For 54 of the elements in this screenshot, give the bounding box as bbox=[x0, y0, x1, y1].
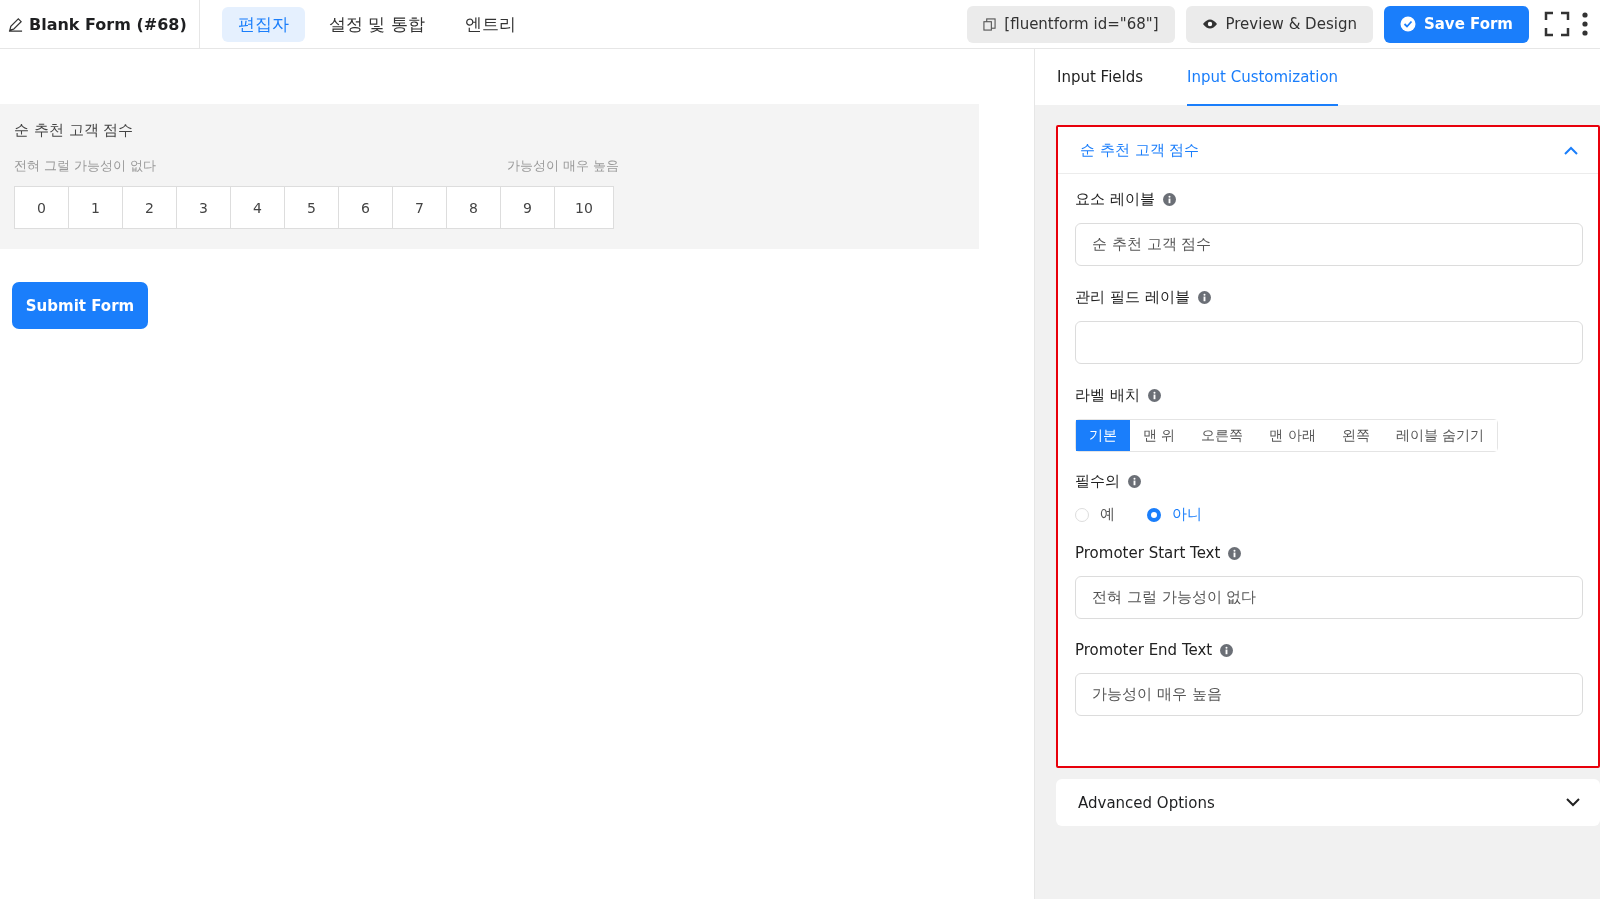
nav-tab[interactable]: 엔트리 bbox=[448, 6, 532, 42]
score-option[interactable]: 1 bbox=[68, 186, 123, 229]
score-option[interactable]: 10 bbox=[554, 186, 614, 229]
shortcode-button[interactable]: [fluentform id="68"] bbox=[967, 5, 1175, 43]
score-option[interactable]: 5 bbox=[284, 186, 339, 229]
score-option[interactable]: 0 bbox=[14, 186, 69, 229]
start-text: 전혀 그럴 가능성이 없다 bbox=[14, 158, 156, 175]
eye-icon bbox=[1201, 18, 1218, 30]
field-label: 요소 레이블 bbox=[1075, 190, 1155, 209]
radio-button[interactable] bbox=[1147, 507, 1161, 522]
text-input-field[interactable]: 가능성이 매우 높음 bbox=[1075, 673, 1583, 716]
end-text: 가능성이 매우 높음 bbox=[507, 158, 619, 175]
info-icon bbox=[1147, 389, 1161, 402]
info-icon bbox=[1220, 643, 1234, 657]
score-option[interactable]: 2 bbox=[122, 186, 177, 229]
check-circle-icon bbox=[1399, 16, 1416, 32]
preview-design-button[interactable]: Preview & Design bbox=[1185, 5, 1373, 43]
info-icon bbox=[1197, 291, 1211, 304]
field-label: Promoter Start Text bbox=[1075, 544, 1221, 562]
pencil-icon bbox=[8, 16, 23, 32]
save-form-button[interactable]: Save Form bbox=[1383, 5, 1529, 43]
score-option[interactable]: 9 bbox=[500, 186, 555, 229]
score-option[interactable]: 4 bbox=[230, 186, 285, 229]
chevron-icon[interactable] bbox=[1566, 798, 1580, 807]
placement-option[interactable]: 기본 bbox=[1076, 420, 1130, 451]
panel-tab[interactable]: Input Fields bbox=[1057, 49, 1144, 106]
text-input-field[interactable] bbox=[1075, 321, 1583, 364]
nav-tab[interactable]: 설정 및 통합 bbox=[312, 6, 441, 42]
field-label: Promoter End Text bbox=[1075, 641, 1213, 659]
section-header[interactable]: 순 추천 고객 점수 bbox=[1058, 127, 1598, 174]
score-option[interactable]: 6 bbox=[338, 186, 393, 229]
text-input-field[interactable]: 전혀 그럴 가능성이 없다 bbox=[1075, 576, 1583, 619]
field-label: 관리 필드 레이블 bbox=[1075, 288, 1190, 307]
radio-label: 예 bbox=[1100, 505, 1115, 524]
score-option[interactable]: 8 bbox=[446, 186, 501, 229]
panel-tab[interactable]: Input Customization bbox=[1187, 49, 1339, 106]
score-option[interactable]: 3 bbox=[176, 186, 231, 229]
section-title: Advanced Options bbox=[1078, 793, 1215, 812]
radio-label: 아니 bbox=[1172, 505, 1202, 524]
advanced-options-header[interactable]: Advanced Options bbox=[1056, 779, 1600, 826]
fullscreen-icon[interactable] bbox=[1544, 11, 1570, 37]
more-icon[interactable] bbox=[1582, 12, 1588, 36]
score-option[interactable]: 7 bbox=[392, 186, 447, 229]
field-label: 순 추천 고객 점수 bbox=[14, 121, 135, 140]
copy-icon bbox=[983, 17, 997, 31]
info-icon bbox=[1162, 193, 1176, 206]
section-title: 순 추천 고객 점수 bbox=[1080, 140, 1200, 160]
field-label: 필수의 bbox=[1075, 472, 1120, 491]
info-icon bbox=[1128, 475, 1141, 488]
info-icon bbox=[1228, 546, 1242, 560]
submit-form-button[interactable]: Submit Form bbox=[12, 282, 148, 329]
text-input-field[interactable]: 순 추천 고객 점수 bbox=[1075, 223, 1583, 266]
form-title: Blank Form (#68) bbox=[29, 14, 187, 34]
field-label: 라벨 배치 bbox=[1075, 386, 1140, 405]
